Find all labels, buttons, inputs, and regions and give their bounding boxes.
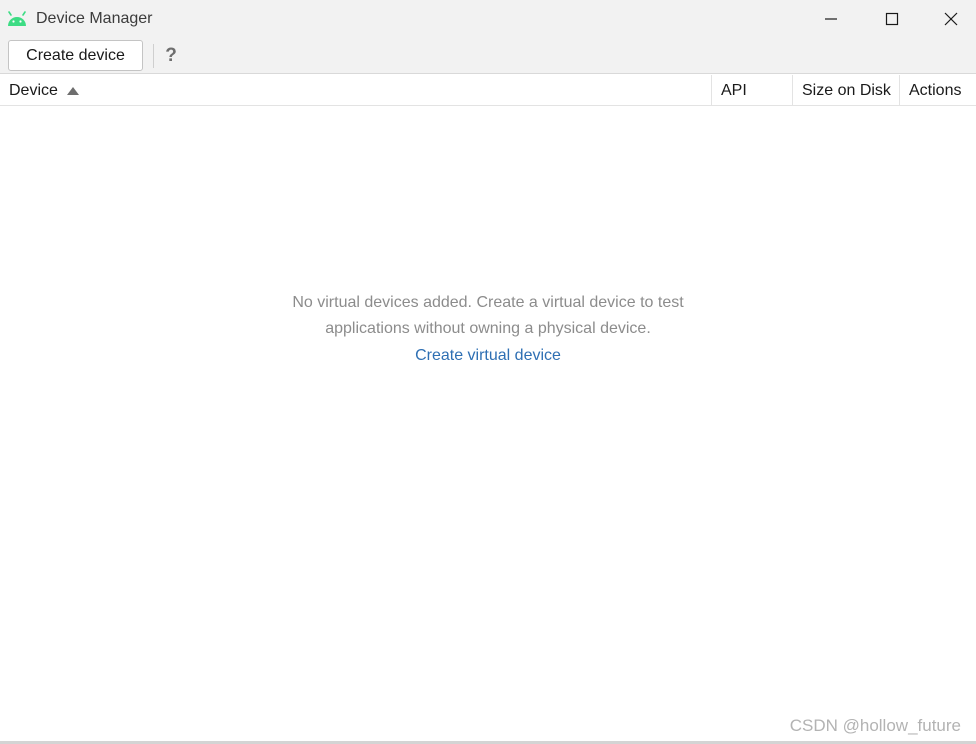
close-button[interactable]: [922, 0, 976, 38]
android-icon: [8, 11, 26, 26]
window-title: Device Manager: [36, 10, 153, 27]
empty-state: No virtual devices added. Create a virtu…: [0, 290, 976, 365]
help-button[interactable]: ?: [160, 42, 182, 70]
close-icon: [944, 12, 958, 26]
device-table-header: Device API Size on Disk Actions: [0, 75, 976, 106]
create-device-button[interactable]: Create device: [8, 40, 143, 71]
create-virtual-device-link[interactable]: Create virtual device: [415, 347, 561, 365]
minimize-icon: [825, 18, 837, 20]
column-header-label: Device: [9, 81, 58, 99]
minimize-button[interactable]: [802, 0, 860, 38]
toolbar-divider: [153, 44, 154, 68]
column-header-size-on-disk[interactable]: Size on Disk: [792, 75, 899, 106]
column-header-label: Actions: [909, 81, 962, 99]
column-header-actions[interactable]: Actions: [899, 75, 976, 106]
column-header-api[interactable]: API: [711, 75, 792, 106]
empty-state-message: No virtual devices added. Create a virtu…: [292, 294, 684, 337]
column-header-label: Size on Disk: [802, 81, 891, 99]
maximize-button[interactable]: [863, 0, 921, 38]
column-header-label: API: [721, 81, 747, 99]
sort-ascending-icon: [66, 86, 79, 95]
column-header-device[interactable]: Device: [0, 75, 711, 106]
maximize-icon: [885, 12, 899, 26]
watermark: CSDN @hollow_future: [789, 716, 961, 735]
toolbar: Create device ?: [0, 38, 976, 74]
title-bar: Device Manager: [0, 0, 976, 38]
